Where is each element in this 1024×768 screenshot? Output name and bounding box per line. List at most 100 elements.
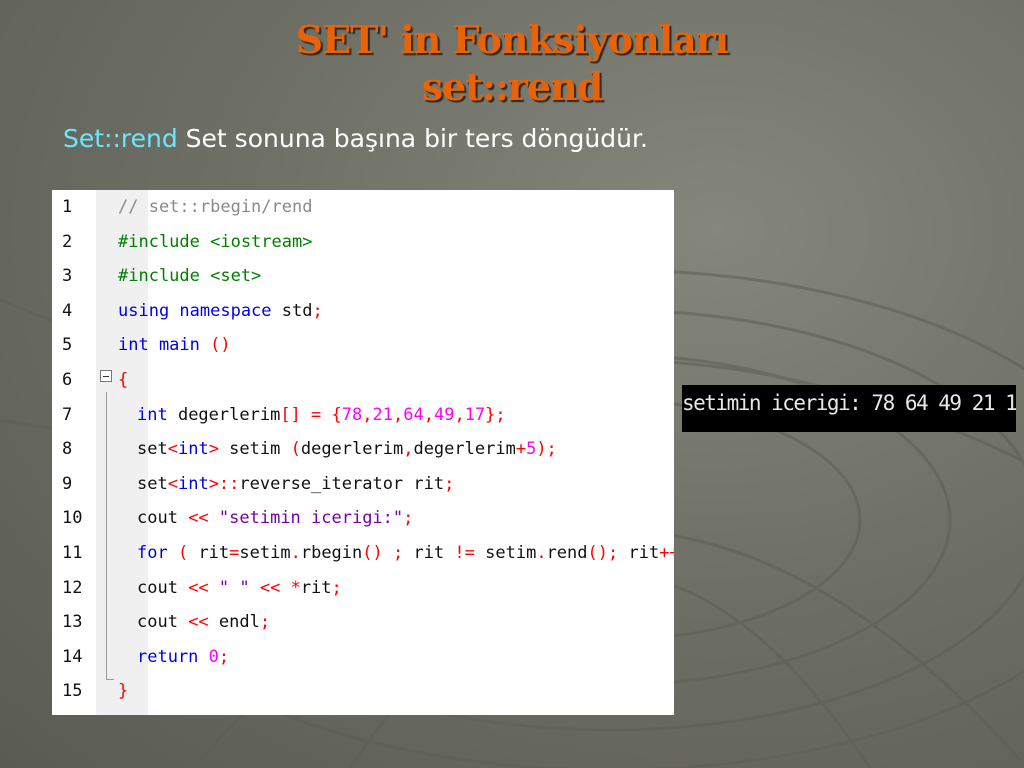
code-token: rit xyxy=(413,543,455,563)
code-token: set xyxy=(137,474,168,494)
code-token: < xyxy=(167,439,178,459)
fold-guide-end xyxy=(106,679,114,680)
code-token: degerlerim xyxy=(413,439,516,459)
line-number: 9 xyxy=(62,474,73,494)
code-token: . xyxy=(290,543,301,563)
code-panel: 1 // set::rbegin/rend2 #include <iostream>… xyxy=(52,190,674,715)
code-token: ; xyxy=(331,578,342,598)
code-token: cout xyxy=(137,612,189,632)
code-token: , xyxy=(423,405,434,425)
code-line: cout << " " << *rit; xyxy=(118,577,342,599)
collapse-block-icon[interactable] xyxy=(100,370,112,382)
line-number-gutter xyxy=(52,190,96,715)
code-token: ( xyxy=(290,439,301,459)
code-token: return xyxy=(137,647,209,667)
code-token: setim xyxy=(239,543,291,563)
code-token: ; xyxy=(218,647,230,667)
code-token: } xyxy=(118,681,129,701)
code-token: , xyxy=(454,405,465,425)
code-line: cout << "setimin icerigi:"; xyxy=(118,507,413,529)
code-token: "setimin icerigi:" xyxy=(218,508,404,528)
code-token: rit xyxy=(628,543,660,563)
code-token: << * xyxy=(259,578,301,598)
description-text: Set sonuna başına bir ters döngüdür. xyxy=(177,124,648,153)
line-number: 5 xyxy=(62,335,73,355)
code-line: using namespace std; xyxy=(118,300,323,322)
code-token: ; xyxy=(259,612,271,632)
code-token: ; xyxy=(444,474,455,494)
code-token: , xyxy=(403,439,414,459)
code-token: < xyxy=(167,474,178,494)
line-number: 2 xyxy=(62,232,73,252)
code-token: std xyxy=(281,301,313,321)
code-token: endl xyxy=(218,612,260,632)
console-output-text: setimin icerigi: 78 64 49 21 17 xyxy=(682,391,1016,415)
console-output: setimin icerigi: 78 64 49 21 17 xyxy=(682,385,1016,432)
code-line: #include <set> xyxy=(118,265,261,287)
code-token: set xyxy=(137,439,168,459)
code-token: = { xyxy=(300,405,342,425)
line-number: 6 xyxy=(62,370,73,390)
code-token: << xyxy=(188,612,219,632)
code-token: #include <iostream> xyxy=(118,232,313,252)
code-token: rend xyxy=(546,543,588,563)
code-token: int xyxy=(177,474,209,494)
code-token: 78 xyxy=(341,405,363,425)
code-token: cout xyxy=(137,508,189,528)
code-token: cout xyxy=(137,578,189,598)
line-number: 1 xyxy=(62,197,73,217)
code-line: #include <iostream> xyxy=(118,231,312,253)
code-token: rit xyxy=(198,543,230,563)
slide-title: SET' in Fonksiyonları xyxy=(295,17,729,62)
code-token: }; xyxy=(485,405,506,425)
code-token: ); xyxy=(536,439,557,459)
slide-title-method: set::rend xyxy=(421,64,604,109)
code-token: { xyxy=(118,370,129,390)
slide-description: Set::rend Set sonuna başına bir ters dön… xyxy=(63,124,648,153)
code-token: () ; xyxy=(362,543,414,563)
code-token: > xyxy=(208,439,219,459)
fold-guide-line xyxy=(106,392,107,679)
code-token: << xyxy=(188,508,219,528)
code-token: != xyxy=(454,543,486,563)
code-token: 21 xyxy=(372,405,393,425)
code-token: int xyxy=(137,405,178,425)
line-number: 3 xyxy=(62,266,73,286)
code-token: << xyxy=(188,578,219,598)
code-token: 64 xyxy=(403,405,424,425)
code-token: degerlerim xyxy=(300,439,404,459)
line-number: 11 xyxy=(62,543,83,563)
line-number: 15 xyxy=(62,681,83,701)
code-line: cout << endl; xyxy=(118,611,270,633)
line-number: 10 xyxy=(62,508,83,528)
description-keyword: Set::rend xyxy=(63,124,178,153)
code-token: using namespace xyxy=(118,301,282,321)
code-token: , xyxy=(392,405,404,425)
code-line: set<int> setim (degerlerim,degerlerim+5)… xyxy=(118,438,557,460)
code-token: int xyxy=(177,439,209,459)
code-token: [] xyxy=(280,405,301,425)
code-line: for ( rit=setim.rbegin() ; rit != setim.… xyxy=(118,542,674,564)
code-token: rbegin xyxy=(300,543,363,563)
code-token: 49 xyxy=(433,405,455,425)
code-line: // set::rbegin/rend xyxy=(118,196,312,218)
code-token: " " xyxy=(218,578,260,598)
code-token: degerlerim xyxy=(177,405,281,425)
code-token: 17 xyxy=(464,405,486,425)
line-number: 13 xyxy=(62,612,83,632)
line-number: 8 xyxy=(62,439,73,459)
code-token: rit xyxy=(300,578,332,598)
code-token: () xyxy=(210,335,231,355)
code-token: setim xyxy=(218,439,291,459)
code-token: ( xyxy=(177,543,199,563)
line-number: 7 xyxy=(62,405,73,425)
code-token: (); xyxy=(587,543,629,563)
code-token: setim xyxy=(485,543,537,563)
code-token: ; xyxy=(312,301,323,321)
line-number: 12 xyxy=(62,578,83,598)
code-token: 0 xyxy=(208,647,219,667)
code-line: { xyxy=(118,369,128,391)
code-token: // set::rbegin/rend xyxy=(118,197,313,217)
code-line: int main () xyxy=(118,334,231,356)
line-number: 4 xyxy=(62,301,73,321)
